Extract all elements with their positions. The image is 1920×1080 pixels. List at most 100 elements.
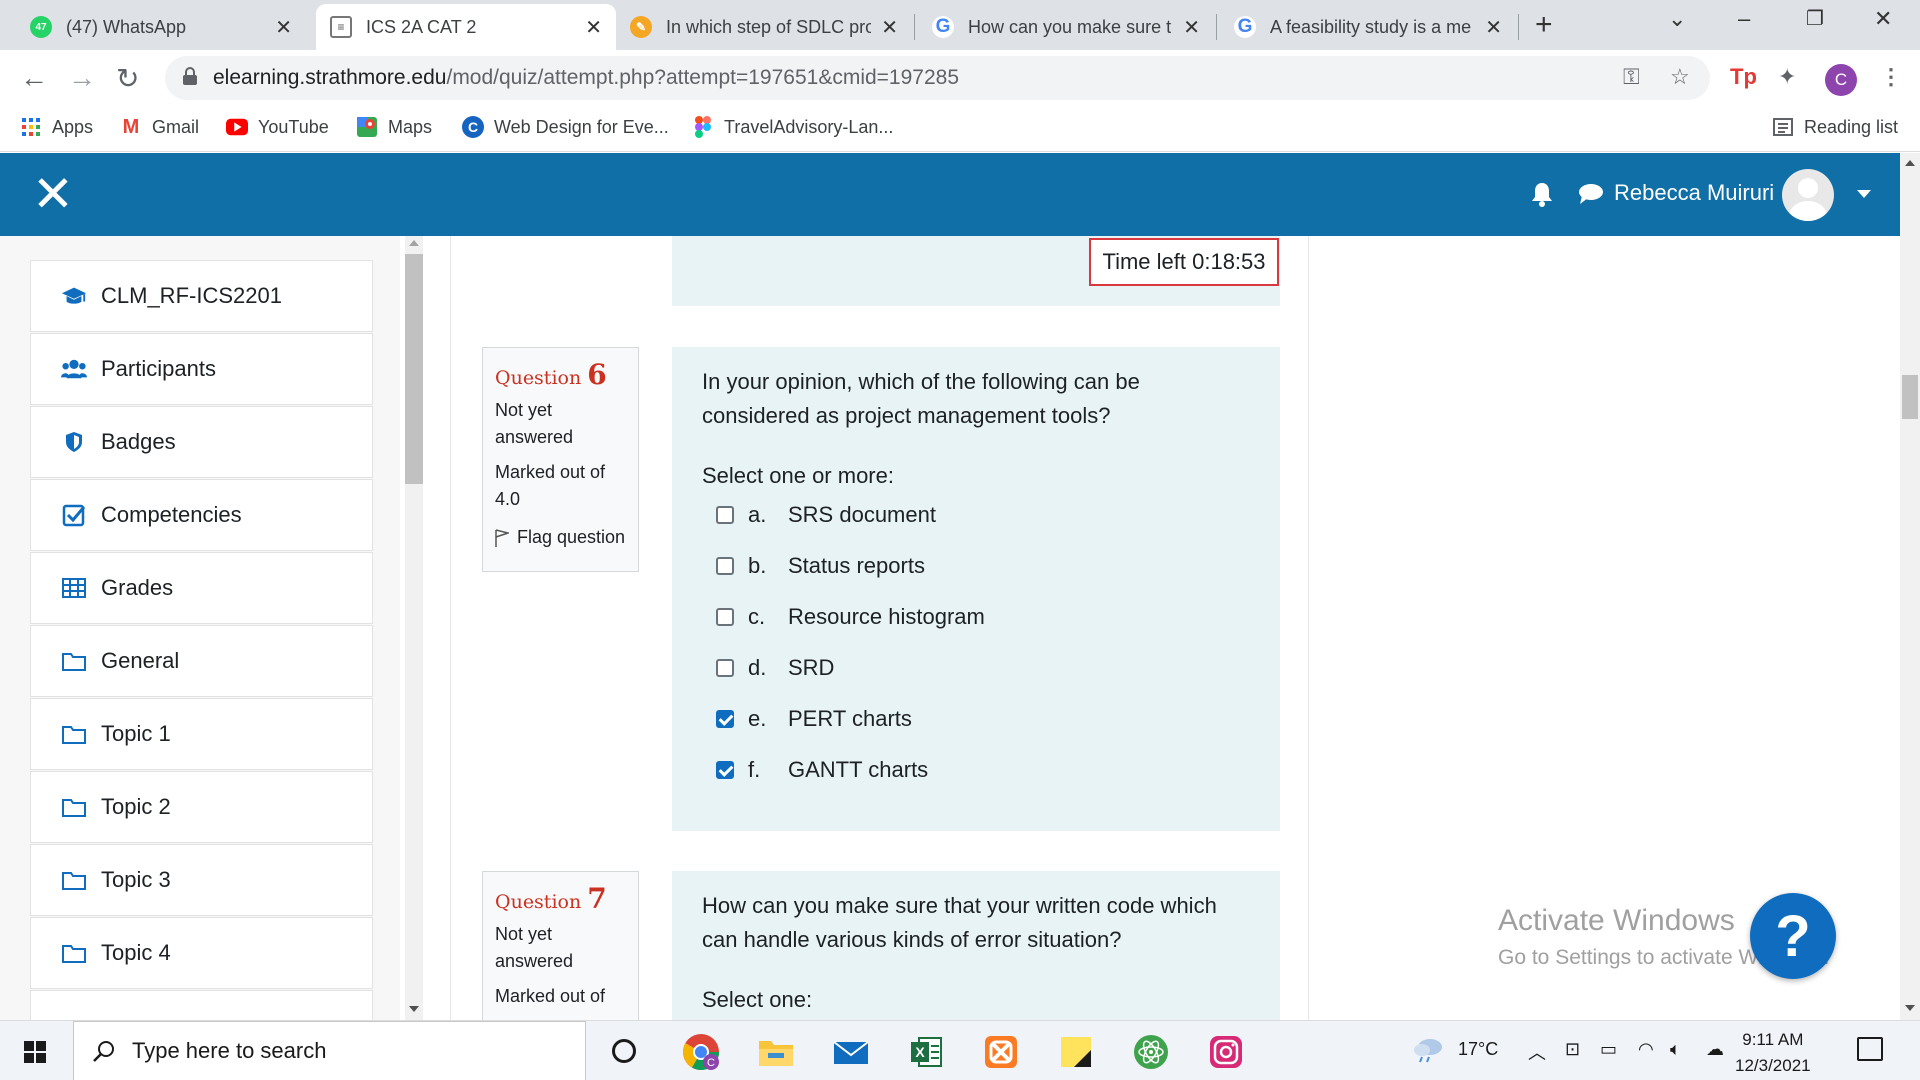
answer-checkbox[interactable]	[716, 608, 734, 626]
close-tab-icon[interactable]: ✕	[585, 15, 602, 40]
question-label: Question	[495, 367, 582, 389]
volume-icon[interactable]: 🔈︎	[1670, 1039, 1681, 1060]
extensions-puzzle-icon[interactable]: ✦	[1778, 64, 1796, 90]
nav-general[interactable]: General	[30, 625, 373, 697]
notification-center-icon[interactable]	[1857, 1037, 1883, 1061]
moodle-page-icon: ≡	[330, 16, 352, 38]
messages-chat-icon[interactable]	[1578, 183, 1604, 205]
restore-icon[interactable]: ❐	[1806, 6, 1824, 31]
answer-letter: a.	[748, 502, 767, 527]
nav-competencies[interactable]: Competencies	[30, 479, 373, 551]
answer-checkbox[interactable]	[716, 506, 734, 524]
drawer-scrollbar[interactable]	[405, 236, 423, 1020]
taskbar-file-explorer-icon[interactable]	[753, 1029, 799, 1075]
reload-icon[interactable]: ↻	[116, 62, 139, 95]
battery-icon[interactable]: ▭	[1600, 1039, 1617, 1060]
minimize-icon[interactable]: –	[1738, 6, 1750, 32]
address-bar[interactable]: elearning.strathmore.edu/mod/quiz/attemp…	[165, 56, 1710, 100]
close-tab-icon[interactable]: ✕	[1183, 15, 1200, 40]
tab-sdlc-question[interactable]: ✎ In which step of SDLC pro ✕	[616, 4, 912, 50]
scroll-down-arrow-icon[interactable]	[409, 1006, 419, 1012]
answer-checkbox-checked[interactable]	[716, 710, 734, 728]
windows-start-icon[interactable]	[24, 1041, 46, 1063]
answer-checkbox-checked[interactable]	[716, 761, 734, 779]
more-menu-icon[interactable]: ⋮	[1880, 64, 1902, 90]
url-text[interactable]: elearning.strathmore.edu/mod/quiz/attemp…	[213, 66, 959, 90]
bookmark-star-icon[interactable]: ☆	[1670, 64, 1690, 90]
taskbar-instagram-icon[interactable]	[1203, 1029, 1249, 1075]
answer-option-d[interactable]: d. SRD	[716, 655, 834, 681]
bookmark-gmail[interactable]: M Gmail	[120, 116, 199, 138]
close-tab-icon[interactable]: ✕	[1485, 15, 1502, 40]
taskbar-excel-icon[interactable]: X	[903, 1029, 949, 1075]
new-tab-icon[interactable]: +	[1535, 8, 1553, 42]
page-scrollbar[interactable]	[1900, 153, 1920, 1020]
answer-checkbox[interactable]	[716, 557, 734, 575]
user-menu-caret-icon[interactable]	[1857, 190, 1871, 198]
scrollbar-thumb[interactable]	[1902, 375, 1918, 419]
nav-topic-4[interactable]: Topic 4	[30, 917, 373, 989]
bookmark-maps[interactable]: Maps	[356, 116, 432, 138]
nav-badges[interactable]: Badges	[30, 406, 373, 478]
onedrive-icon[interactable]: ☁	[1706, 1039, 1724, 1060]
nav-course-home[interactable]: CLM_RF-ICS2201	[30, 260, 373, 332]
taskbar-search-input[interactable]: Type here to search	[73, 1021, 586, 1080]
answer-option-a[interactable]: a. SRS document	[716, 502, 936, 528]
nav-grades[interactable]: Grades	[30, 552, 373, 624]
tab-google-code-errors[interactable]: G How can you make sure t ✕	[918, 4, 1214, 50]
bookmark-web-design[interactable]: C Web Design for Eve...	[462, 116, 669, 138]
taskbar-sticky-notes-icon[interactable]	[1053, 1029, 1099, 1075]
nav-topic-2[interactable]: Topic 2	[30, 771, 373, 843]
taskbar-clock[interactable]: 9:11 AM 12/3/2021	[1735, 1027, 1811, 1079]
scroll-up-arrow-icon[interactable]	[409, 240, 419, 246]
course-nav-drawer: CLM_RF-ICS2201 Participants Badges Compe…	[0, 236, 400, 1020]
user-name[interactable]: Rebecca Muiruri	[1614, 180, 1774, 206]
nav-topic-3[interactable]: Topic 3	[30, 844, 373, 916]
bookmark-youtube[interactable]: YouTube	[226, 116, 329, 138]
reading-list-button[interactable]: Reading list	[1772, 116, 1898, 138]
wifi-icon[interactable]: ◠	[1638, 1039, 1654, 1060]
taskbar-chrome-icon[interactable]: C	[678, 1029, 724, 1075]
flag-question-link[interactable]: Flag question	[495, 527, 626, 548]
answer-option-b[interactable]: b. Status reports	[716, 553, 925, 579]
meet-now-icon[interactable]: ⊡	[1565, 1039, 1580, 1060]
tab-search-chevron-icon[interactable]: ⌄	[1668, 6, 1686, 32]
scroll-up-arrow-icon[interactable]	[1905, 160, 1915, 166]
notifications-bell-icon[interactable]	[1530, 181, 1554, 207]
cortana-icon[interactable]	[612, 1039, 636, 1063]
tray-chevron-up-icon[interactable]: ︿	[1528, 1039, 1546, 1065]
answer-text: SRD	[788, 655, 835, 680]
tab-ics-2a-cat-2[interactable]: ≡ ICS 2A CAT 2 ✕	[316, 4, 616, 50]
bookmark-travel-advisory[interactable]: TravelAdvisory-Lan...	[692, 116, 893, 138]
key-icon[interactable]: ⚿	[1623, 64, 1640, 90]
taskbar-xampp-icon[interactable]	[978, 1029, 1024, 1075]
close-window-icon[interactable]: ✕	[1874, 6, 1892, 32]
taskbar-mail-icon[interactable]	[828, 1029, 874, 1075]
close-tab-icon[interactable]: ✕	[881, 15, 898, 40]
answer-option-c[interactable]: c. Resource histogram	[716, 604, 985, 630]
tp-extension-icon[interactable]: Tp	[1730, 64, 1757, 90]
bookmark-apps[interactable]: Apps	[20, 116, 93, 138]
answer-checkbox[interactable]	[716, 659, 734, 677]
help-button[interactable]: ?	[1750, 893, 1836, 979]
taskbar-atom-icon[interactable]	[1128, 1029, 1174, 1075]
answer-option-f[interactable]: f. GANTT charts	[716, 757, 928, 783]
scroll-down-arrow-icon[interactable]	[1905, 1005, 1915, 1011]
tab-whatsapp[interactable]: 47 (47) WhatsApp ✕	[16, 4, 306, 50]
forward-icon[interactable]: →	[68, 62, 96, 94]
tab-google-feasibility[interactable]: G A feasibility study is a me ✕	[1220, 4, 1516, 50]
nav-participants[interactable]: Participants	[30, 333, 373, 405]
answer-option-e[interactable]: e. PERT charts	[716, 706, 912, 732]
temperature-text[interactable]: 17°C	[1458, 1039, 1498, 1060]
nav-topic-1[interactable]: Topic 1	[30, 698, 373, 770]
scrollbar-thumb[interactable]	[405, 254, 423, 484]
avatar[interactable]	[1782, 169, 1834, 221]
nav-next-item[interactable]	[30, 990, 373, 1020]
lock-icon[interactable]	[183, 67, 197, 85]
profile-avatar[interactable]: C	[1825, 64, 1857, 96]
back-icon[interactable]: ←	[20, 62, 48, 94]
close-drawer-icon[interactable]: ✕	[32, 169, 74, 219]
weather-icon[interactable]	[1412, 1035, 1444, 1068]
close-tab-icon[interactable]: ✕	[275, 15, 292, 40]
reading-list-icon	[1772, 116, 1794, 138]
